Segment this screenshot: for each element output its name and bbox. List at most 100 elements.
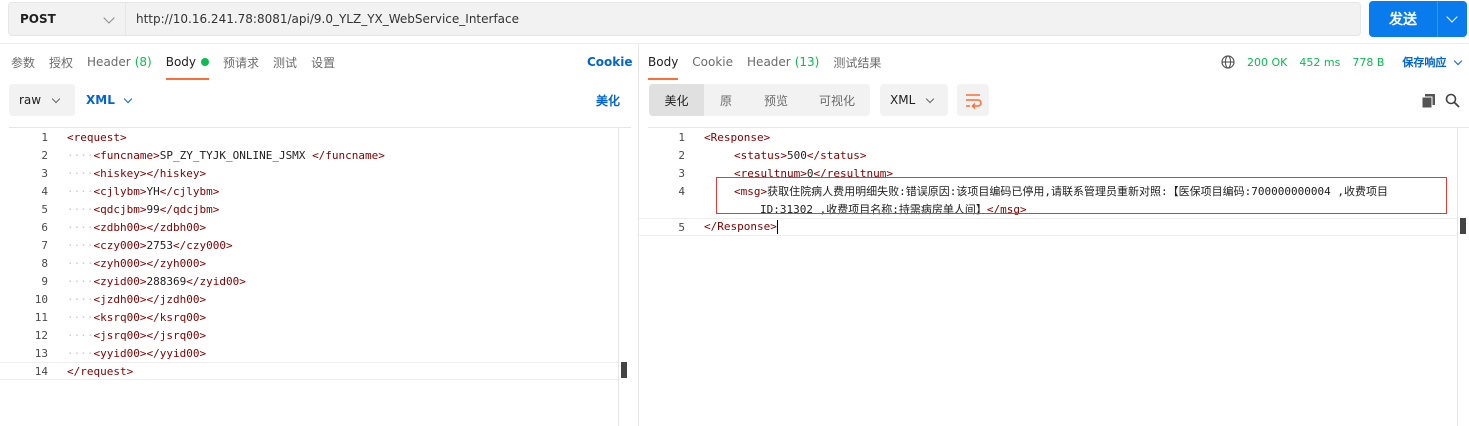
- request-line: 3 ····<hiskey></hiskey>: [0, 164, 620, 182]
- open-tag: <ksrq00>: [93, 310, 147, 324]
- request-line: 10 ····<jzdh00></jzdh00>: [0, 290, 620, 308]
- indent-guide: ····: [67, 202, 94, 216]
- url-input[interactable]: http://10.16.241.78:8081/api/9.0_YLZ_YX_…: [126, 2, 1361, 36]
- view-preview-label: 预览: [763, 93, 788, 108]
- request-line: 11 ····<ksrq00></ksrq00>: [0, 308, 620, 326]
- request-scroll-thumb[interactable]: [621, 362, 627, 378]
- chevron-down-icon: [123, 94, 133, 103]
- tab-response-body[interactable]: Body: [648, 44, 679, 80]
- cookie-link[interactable]: Cookie: [587, 55, 633, 69]
- request-code: ····<jsrq00></jsrq00>: [48, 329, 206, 342]
- close-tag: </jsrq00>: [146, 328, 207, 342]
- response-status: 200 OK 452 ms 778 B 保存响应: [1221, 44, 1463, 80]
- open-tag: <funcname>: [93, 148, 160, 162]
- line-number: 2: [41, 148, 48, 162]
- open-tag: <yyid00>: [93, 346, 147, 360]
- tag-value: 2753: [146, 238, 173, 252]
- tab-test-results[interactable]: 测试结果: [833, 44, 881, 80]
- tab-params-label: 参数: [11, 55, 36, 70]
- response-line: 2 <status>500</status>: [637, 146, 1457, 164]
- indent-guide: ····: [67, 148, 94, 162]
- open-tag: <czy000>: [93, 238, 147, 252]
- send-dropdown-chevron-icon[interactable]: [1438, 1, 1467, 37]
- send-button[interactable]: 发送: [1369, 1, 1467, 37]
- globe-icon[interactable]: [1221, 55, 1235, 69]
- body-format-select[interactable]: XML: [76, 84, 142, 116]
- tab-response-header-count: (13): [794, 55, 820, 69]
- close-tag: </funcname>: [312, 148, 385, 162]
- tab-prerequest[interactable]: 预请求: [223, 44, 259, 80]
- line-number: 1: [678, 130, 685, 144]
- body-mode-label: raw: [19, 93, 42, 107]
- tab-header-count: (8): [134, 55, 152, 69]
- view-raw[interactable]: 原: [704, 84, 748, 116]
- tab-settings-label: 设置: [311, 55, 336, 70]
- indent-guide: ····: [67, 274, 94, 288]
- request-editor-scrollbar[interactable]: [618, 128, 630, 426]
- tag-value: 288369: [146, 274, 187, 288]
- request-line: 13 ····<yyid00></yyid00>: [0, 344, 620, 362]
- open-tag: <hiskey>: [93, 166, 147, 180]
- send-label: 发送: [1389, 12, 1417, 28]
- close-tag: </ksrq00>: [146, 310, 207, 324]
- tab-settings[interactable]: 设置: [311, 44, 335, 80]
- response-format-label: XML: [890, 93, 916, 107]
- status-code[interactable]: 200 OK: [1247, 56, 1287, 69]
- text-cursor: [776, 220, 778, 234]
- open-tag: <cjlybm>: [93, 184, 147, 198]
- search-icon[interactable]: [1445, 93, 1460, 108]
- response-format-select[interactable]: XML: [880, 84, 948, 116]
- tab-params[interactable]: 参数: [11, 44, 35, 80]
- body-mode-select[interactable]: raw: [9, 84, 75, 116]
- request-code: ····<zyid00>288369</zyid00>: [48, 275, 246, 288]
- chevron-down-icon: [51, 94, 61, 103]
- indent-guide: ····: [67, 346, 94, 360]
- indent-guide: ····: [67, 310, 94, 324]
- view-pretty[interactable]: 美化: [649, 84, 704, 116]
- request-editor[interactable]: 1 <request> 2 ····<funcname>SP_ZY_TYJK_ONLI…: [0, 128, 620, 380]
- close-tag: </czy000>: [172, 238, 233, 252]
- response-scroll-thumb[interactable]: [1460, 218, 1466, 234]
- request-line: 12 ····<jsrq00></jsrq00>: [0, 326, 620, 344]
- tab-response-cookie[interactable]: Cookie: [692, 44, 733, 80]
- method-select[interactable]: POST: [8, 2, 126, 36]
- close-tag: </yyid00>: [146, 346, 207, 360]
- close-tag: </jzdh00>: [146, 292, 207, 306]
- body-format-label: XML: [86, 93, 115, 107]
- open-tag: <zyh000>: [93, 256, 147, 270]
- response-status-line: <status>500</status>: [685, 149, 866, 162]
- view-visualize[interactable]: 可视化: [804, 84, 870, 116]
- copy-icon[interactable]: [1421, 93, 1436, 108]
- request-code: ····<hiskey></hiskey>: [48, 167, 206, 180]
- tab-body[interactable]: Body: [165, 44, 210, 80]
- status-value: 500: [786, 148, 807, 162]
- open-tag: <zyid00>: [93, 274, 147, 288]
- response-editor-scrollbar[interactable]: [1457, 128, 1469, 426]
- request-code: ····<yyid00></yyid00>: [48, 347, 206, 360]
- response-time[interactable]: 452 ms: [1299, 56, 1340, 69]
- tab-response-header[interactable]: Header (13): [747, 44, 819, 80]
- request-line: 7 ····<czy000>2753</czy000>: [0, 236, 620, 254]
- chevron-down-icon[interactable]: [1454, 56, 1463, 65]
- line-number: 5: [41, 202, 48, 216]
- line-number: 12: [34, 328, 48, 342]
- tab-auth[interactable]: 授权: [49, 44, 73, 80]
- tab-header[interactable]: Header (8): [87, 44, 152, 80]
- indent-guide: ····: [67, 238, 94, 252]
- open-tag: <jsrq00>: [93, 328, 147, 342]
- wrap-lines-button[interactable]: [957, 84, 989, 116]
- tag-value: YH: [146, 184, 160, 198]
- tab-tests[interactable]: 测试: [273, 44, 297, 80]
- line-number: 3: [41, 166, 48, 180]
- tab-test-results-label: 测试结果: [833, 55, 882, 70]
- tab-header-label: Header: [87, 55, 131, 69]
- request-line: 8 ····<zyh000></zyh000>: [0, 254, 620, 272]
- beautify-button[interactable]: 美化: [588, 84, 628, 116]
- indent-guide: ····: [67, 328, 94, 342]
- save-response-button[interactable]: 保存响应: [1402, 54, 1446, 70]
- response-size[interactable]: 778 B: [1352, 56, 1384, 69]
- view-preview[interactable]: 预览: [748, 84, 804, 116]
- close-tag: </zyid00>: [186, 274, 246, 288]
- close-tag: </qdcjbm>: [159, 202, 220, 216]
- request-line: 6 ····<zdbh00></zdbh00>: [0, 218, 620, 236]
